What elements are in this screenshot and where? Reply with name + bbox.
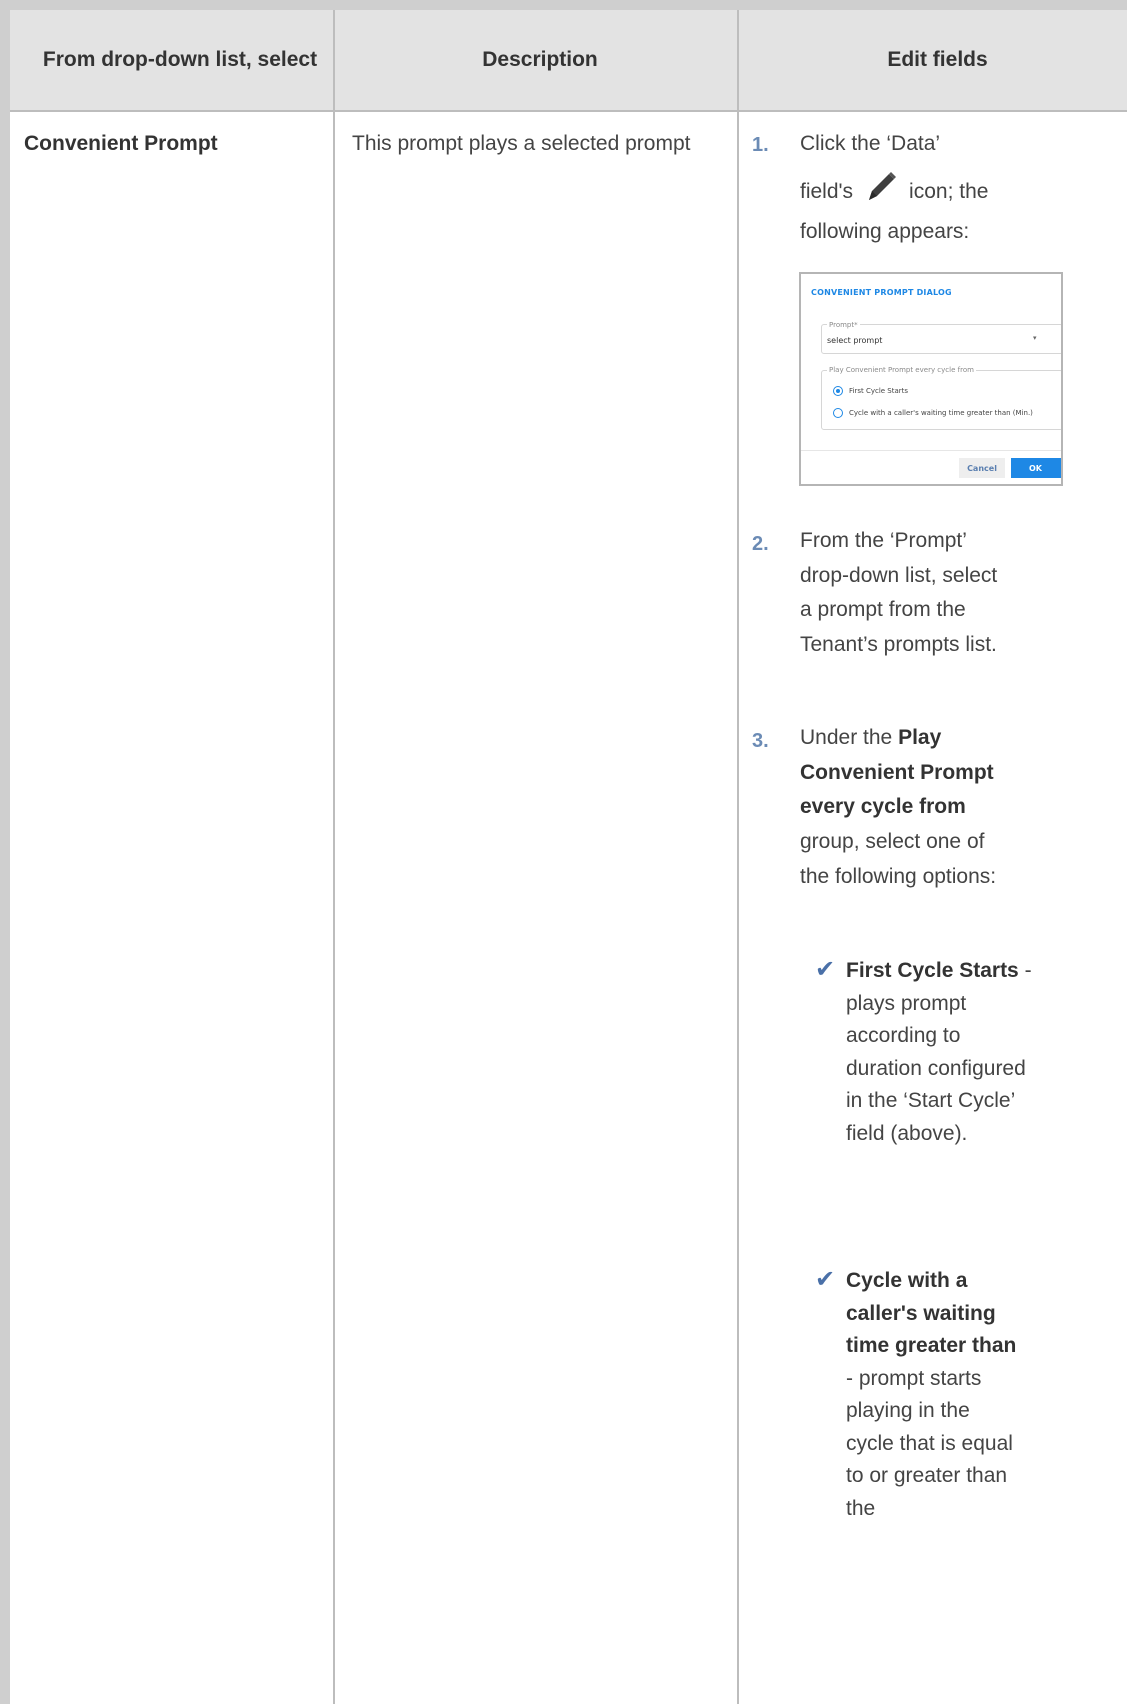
step-number: 1. bbox=[752, 134, 769, 156]
header-description: Description bbox=[482, 47, 598, 71]
dropdown-caret-icon: ▾ bbox=[1033, 334, 1037, 342]
bullet-waiting-time-title: Cycle with a caller's waiting time great… bbox=[846, 1269, 1017, 1358]
bullet-first-cycle-title: First Cycle Starts bbox=[846, 959, 1019, 982]
dialog-title: CONVENIENT PROMPT DIALOG bbox=[811, 288, 952, 297]
dialog-divider bbox=[801, 450, 1061, 451]
radio-waiting-time-label: Cycle with a caller's waiting time great… bbox=[849, 409, 1033, 417]
table-border-top bbox=[0, 0, 1127, 10]
column-divider bbox=[333, 10, 335, 1704]
step-1-field: field's bbox=[800, 180, 854, 204]
column-divider bbox=[737, 10, 739, 1704]
header-select: From drop-down list, select bbox=[42, 47, 318, 71]
table-header-row: From drop-down list, select Description … bbox=[10, 10, 1127, 112]
checkmark-icon: ✔ bbox=[815, 956, 836, 983]
ok-button[interactable]: OK bbox=[1011, 458, 1061, 478]
step-1-line-1: Click the ‘Data’ bbox=[800, 132, 941, 155]
bullet-first-cycle: First Cycle Starts - plays prompt accord… bbox=[846, 955, 1036, 1150]
bullet-waiting-time-text: - prompt starts playing in the cycle tha… bbox=[846, 1366, 1013, 1520]
table-border-left bbox=[0, 0, 10, 1704]
step-3-text: Under the Play Convenient Prompt every c… bbox=[800, 721, 1010, 894]
radio-waiting-time[interactable] bbox=[833, 408, 843, 418]
bullet-waiting-time: Cycle with a caller's waiting time great… bbox=[846, 1265, 1021, 1525]
pencil-icon bbox=[863, 169, 899, 216]
step-3-post: group, select one of the following optio… bbox=[800, 829, 997, 888]
step-3-pre: Under the bbox=[800, 726, 893, 749]
radio-first-cycle[interactable] bbox=[833, 386, 843, 396]
option-description: This prompt plays a selected prompt bbox=[352, 132, 691, 155]
step-1-icon-text: icon; the bbox=[909, 180, 989, 204]
checkmark-icon: ✔ bbox=[815, 1266, 836, 1293]
cycle-group-label: Play Convenient Prompt every cycle from bbox=[827, 366, 976, 374]
option-name: Convenient Prompt bbox=[24, 132, 218, 155]
prompt-label: Prompt* bbox=[827, 321, 860, 329]
step-1-text: Click the ‘Data’ field's icon; the follo… bbox=[800, 127, 1040, 249]
bullet-first-cycle-text: - plays prompt according to duration con… bbox=[846, 959, 1032, 1145]
step-number: 3. bbox=[752, 730, 769, 752]
header-edit-fields: Edit fields bbox=[887, 47, 988, 71]
step-1-line-3: following appears: bbox=[800, 220, 970, 244]
radio-first-cycle-label: First Cycle Starts bbox=[849, 387, 909, 395]
convenient-prompt-dialog: CONVENIENT PROMPT DIALOG Prompt* select … bbox=[799, 272, 1063, 486]
cycle-group bbox=[821, 370, 1061, 430]
cancel-button[interactable]: Cancel bbox=[959, 458, 1005, 478]
step-number: 2. bbox=[752, 533, 769, 555]
prompt-value: select prompt bbox=[827, 336, 883, 345]
step-2-text: From the ‘Prompt’ drop-down list, select… bbox=[800, 529, 998, 656]
step-1-line-2: field's icon; the bbox=[800, 169, 1040, 216]
options-table: From drop-down list, select Description … bbox=[0, 0, 1127, 1704]
